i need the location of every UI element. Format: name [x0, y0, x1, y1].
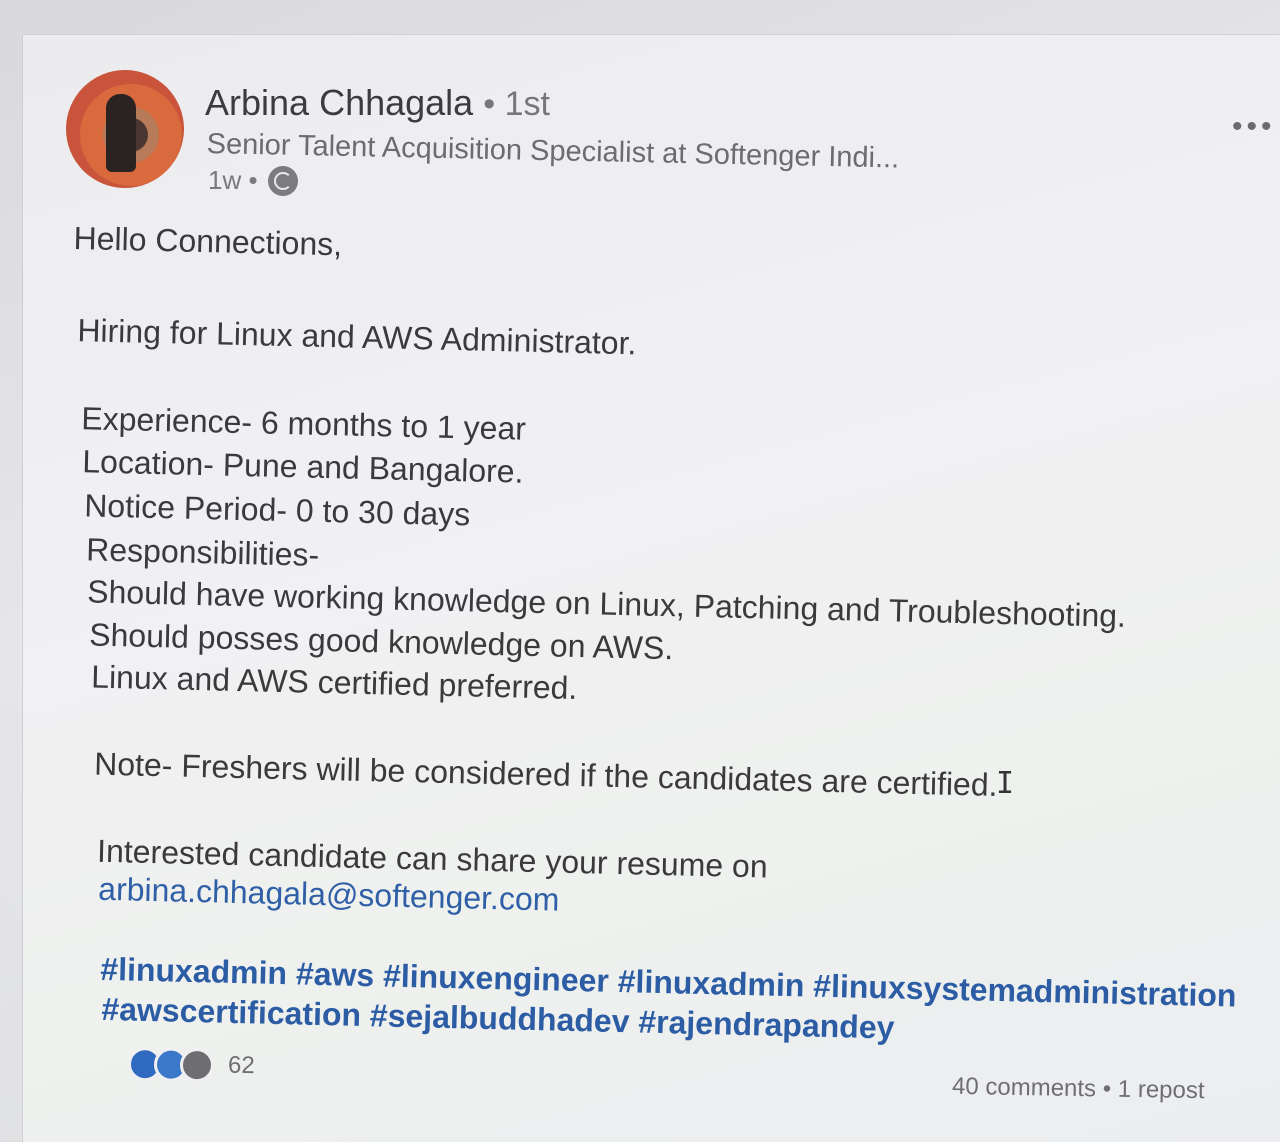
globe-icon: [267, 165, 298, 196]
reactions-summary[interactable]: 62: [127, 1046, 255, 1083]
post-stats: 40 comments • 1 repost: [952, 1073, 1205, 1105]
comments-count[interactable]: 40 comments: [952, 1073, 1097, 1103]
post-line: Notice Period- 0 to 30 days: [83, 487, 471, 533]
author-avatar[interactable]: [66, 70, 184, 188]
connection-degree: • 1st: [483, 85, 550, 123]
stats-separator: •: [1102, 1075, 1112, 1103]
post-line: Hello Connections,: [73, 220, 343, 263]
post-line: Responsibilities-: [85, 531, 320, 573]
text-cursor-icon: I: [996, 766, 1015, 801]
author-name-row[interactable]: Arbina Chhagala • 1st: [205, 82, 550, 124]
reposts-count[interactable]: 1 repost: [1118, 1076, 1205, 1105]
support-reaction-icon: [179, 1047, 215, 1083]
more-options-icon[interactable]: •••: [1232, 110, 1276, 144]
post-time: 1w •: [208, 165, 258, 195]
avatar-figure: [106, 94, 136, 172]
post-meta: 1w •: [208, 165, 298, 196]
author-name[interactable]: Arbina Chhagala: [205, 82, 473, 123]
reactions-count: 62: [227, 1051, 255, 1080]
